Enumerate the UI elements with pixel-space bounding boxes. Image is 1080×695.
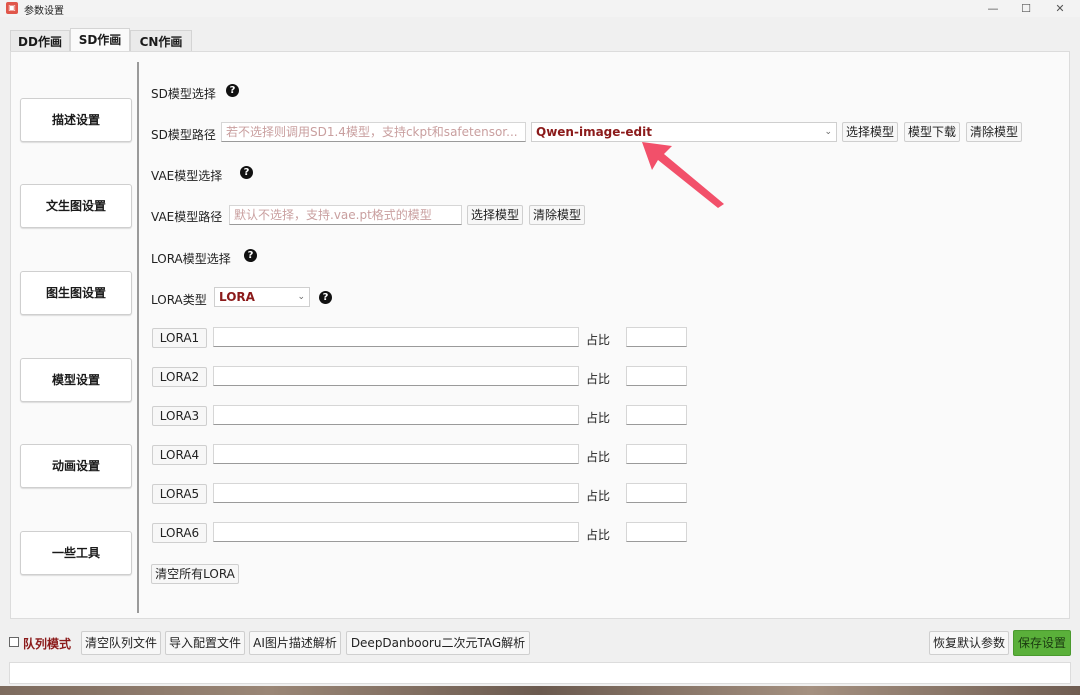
- app-logo-icon: ▣: [6, 2, 18, 14]
- maximize-icon[interactable]: ☐: [1007, 0, 1045, 17]
- sidebar-item-img2img[interactable]: 图生图设置: [20, 271, 132, 315]
- sd-model-section-title: SD模型选择: [151, 87, 216, 101]
- download-model-button[interactable]: 模型下载: [904, 122, 960, 142]
- lora3-button[interactable]: LORA3: [152, 406, 207, 426]
- sd-model-path-input[interactable]: 若不选择则调用SD1.4模型，支持ckpt和safetensor...: [221, 122, 526, 142]
- save-settings-button[interactable]: 保存设置: [1013, 630, 1071, 656]
- lora1-path-input[interactable]: [213, 327, 579, 347]
- lora6-button[interactable]: LORA6: [152, 523, 207, 543]
- lora-type-label: LORA类型: [151, 293, 207, 307]
- clear-queue-button[interactable]: 清空队列文件: [81, 631, 161, 655]
- lora2-path-input[interactable]: [213, 366, 579, 386]
- select-sd-model-button[interactable]: 选择模型: [842, 122, 898, 142]
- lora4-button[interactable]: LORA4: [152, 445, 207, 465]
- help-icon[interactable]: ?: [226, 84, 239, 97]
- lora5-ratio-label: 占比: [586, 489, 611, 503]
- vae-model-section-title: VAE模型选择: [151, 169, 223, 183]
- lora2-ratio-input[interactable]: [626, 366, 687, 386]
- clear-sd-model-button[interactable]: 清除模型: [966, 122, 1022, 142]
- lora3-path-input[interactable]: [213, 405, 579, 425]
- lora6-path-input[interactable]: [213, 522, 579, 542]
- chevron-down-icon: ⌄: [297, 292, 305, 302]
- lora5-path-input[interactable]: [213, 483, 579, 503]
- sd-model-select-value: Qwen-image-edit: [536, 125, 652, 139]
- lora1-button[interactable]: LORA1: [152, 328, 207, 348]
- lora1-ratio-label: 占比: [586, 333, 611, 347]
- lora1-ratio-input[interactable]: [626, 327, 687, 347]
- window-title: 参数设置: [24, 6, 64, 17]
- sidebar-item-describe[interactable]: 描述设置: [20, 98, 132, 142]
- close-icon[interactable]: ✕: [1041, 0, 1079, 17]
- help-icon[interactable]: ?: [240, 166, 253, 179]
- tab-dd[interactable]: DD作画: [10, 30, 70, 52]
- import-config-button[interactable]: 导入配置文件: [165, 631, 245, 655]
- lora4-ratio-label: 占比: [586, 450, 611, 464]
- sidebar-item-model[interactable]: 模型设置: [20, 358, 132, 402]
- sidebar-item-tools[interactable]: 一些工具: [20, 531, 132, 575]
- lora6-ratio-label: 占比: [586, 528, 611, 542]
- tab-sd[interactable]: SD作画: [70, 28, 130, 52]
- queue-mode-checkbox[interactable]: [9, 637, 19, 647]
- vertical-divider: [137, 62, 139, 613]
- select-vae-model-button[interactable]: 选择模型: [467, 205, 523, 225]
- lora5-ratio-input[interactable]: [626, 483, 687, 503]
- restore-defaults-button[interactable]: 恢复默认参数: [929, 631, 1009, 655]
- lora6-ratio-input[interactable]: [626, 522, 687, 542]
- tab-cn[interactable]: CN作画: [130, 30, 192, 52]
- lora-type-select[interactable]: LORA ⌄: [214, 287, 310, 307]
- settings-window: ▣ 参数设置 — ☐ ✕ DD作画 SD作画 CN作画 描述设置 文生图设置 图…: [0, 0, 1080, 686]
- queue-mode-label[interactable]: 队列模式: [23, 635, 71, 652]
- sidebar-item-animation[interactable]: 动画设置: [20, 444, 132, 488]
- clear-vae-model-button[interactable]: 清除模型: [529, 205, 585, 225]
- lora4-path-input[interactable]: [213, 444, 579, 464]
- help-icon[interactable]: ?: [244, 249, 257, 262]
- deepdanbooru-button[interactable]: DeepDanbooru二次元TAG解析: [346, 631, 530, 655]
- background-photo-strip: [0, 686, 1080, 695]
- vae-model-path-label: VAE模型路径: [151, 210, 223, 224]
- lora2-button[interactable]: LORA2: [152, 367, 207, 387]
- title-bar: ▣ 参数设置 — ☐ ✕: [0, 0, 1080, 17]
- lora4-ratio-input[interactable]: [626, 444, 687, 464]
- sd-model-select[interactable]: Qwen-image-edit ⌄: [531, 122, 837, 142]
- sd-model-path-label: SD模型路径: [151, 128, 216, 142]
- arrow-pointer-icon: [642, 142, 724, 208]
- lora3-ratio-label: 占比: [586, 411, 611, 425]
- status-bar: [9, 662, 1071, 684]
- chevron-down-icon: ⌄: [824, 127, 832, 137]
- clear-all-lora-button[interactable]: 清空所有LORA: [151, 564, 239, 584]
- lora5-button[interactable]: LORA5: [152, 484, 207, 504]
- help-icon[interactable]: ?: [319, 291, 332, 304]
- sidebar-item-txt2img[interactable]: 文生图设置: [20, 184, 132, 228]
- vae-model-path-input[interactable]: 默认不选择，支持.vae.pt格式的模型: [229, 205, 462, 225]
- lora2-ratio-label: 占比: [586, 372, 611, 386]
- ai-describe-button[interactable]: AI图片描述解析: [249, 631, 341, 655]
- lora3-ratio-input[interactable]: [626, 405, 687, 425]
- lora-section-title: LORA模型选择: [151, 252, 231, 266]
- lora-type-value: LORA: [219, 290, 255, 304]
